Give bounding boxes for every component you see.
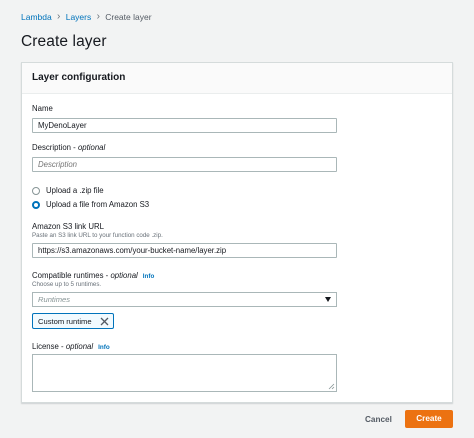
license-label: License - optional Info — [32, 342, 110, 351]
runtime-token-label: Custom runtime — [38, 316, 92, 326]
license-label-text: License — [32, 342, 59, 351]
cancel-button[interactable]: Cancel — [362, 413, 395, 426]
s3-url-label: Amazon S3 link URL — [32, 222, 104, 231]
s3-url-hint: Paste an S3 link URL to your function co… — [32, 232, 163, 239]
create-layer-page: Lambda › Layers › Create layer Create la… — [0, 0, 474, 438]
name-label: Name — [32, 104, 53, 113]
description-label-text: Description — [32, 143, 71, 152]
breadcrumb-current: Create layer — [105, 12, 152, 22]
runtimes-label-text: Compatible runtimes — [32, 271, 104, 280]
radio-checked[interactable] — [32, 201, 40, 209]
runtimes-select[interactable]: Runtimes — [32, 292, 337, 307]
close-icon[interactable] — [97, 314, 113, 328]
breadcrumb-lambda[interactable]: Lambda — [21, 11, 52, 23]
resize-grip-icon[interactable] — [328, 383, 335, 390]
upload-s3-option[interactable]: Upload a file from Amazon S3 — [32, 200, 149, 210]
upload-zip-label: Upload a .zip file — [46, 186, 104, 195]
description-input[interactable] — [32, 157, 337, 172]
create-button[interactable]: Create — [405, 410, 453, 428]
page-title: Create layer — [21, 33, 107, 50]
runtime-token: Custom runtime — [32, 313, 114, 329]
runtimes-hint: Choose up to 5 runtimes. — [32, 281, 102, 288]
runtimes-optional: optional — [110, 271, 138, 280]
caret-down-icon — [325, 297, 331, 302]
runtimes-info-link[interactable]: Info — [143, 273, 155, 280]
upload-zip-option[interactable]: Upload a .zip file — [32, 186, 104, 196]
chevron-right-icon: › — [96, 11, 100, 22]
close-icon-svg — [100, 317, 109, 325]
license-optional: optional — [65, 342, 94, 351]
breadcrumb-layers[interactable]: Layers — [66, 11, 92, 23]
runtimes-placeholder: Runtimes — [38, 295, 71, 304]
upload-s3-label: Upload a file from Amazon S3 — [46, 200, 150, 209]
name-input[interactable] — [32, 118, 337, 133]
layer-configuration-panel: Layer configuration Name Description - o… — [21, 62, 453, 403]
breadcrumb: Lambda › Layers › Create layer — [21, 11, 152, 23]
chevron-right-icon: › — [57, 11, 61, 22]
description-optional: optional — [77, 143, 106, 152]
license-info-link[interactable]: Info — [98, 344, 110, 351]
description-label: Description - optional — [32, 143, 106, 152]
panel-header: Layer configuration — [22, 63, 452, 94]
radio-unchecked[interactable] — [32, 187, 40, 195]
license-textarea[interactable] — [32, 354, 337, 392]
s3-url-input[interactable] — [32, 243, 337, 258]
